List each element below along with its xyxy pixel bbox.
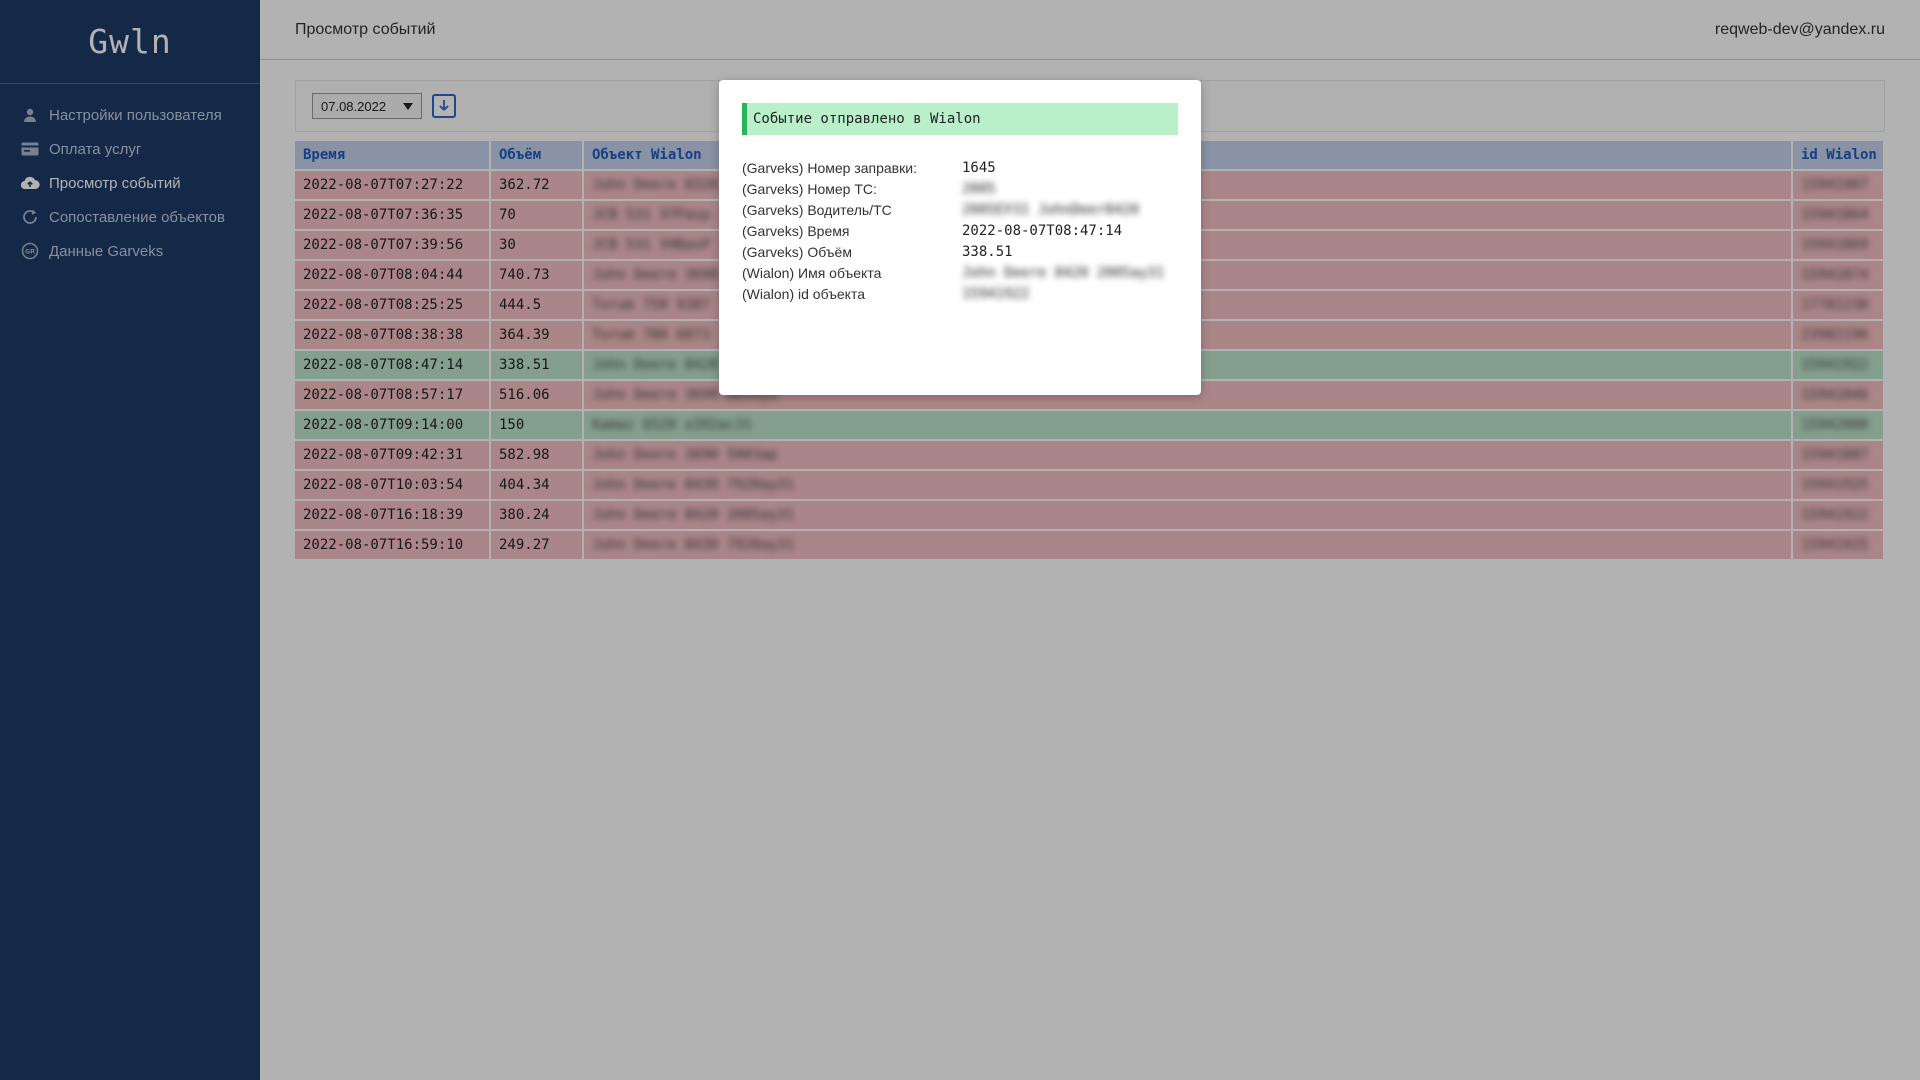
detail-value: John Deere 8420 2005ay31 [962, 264, 1165, 281]
detail-value: 2005ЕУ31 JohnDeer8420 [962, 201, 1140, 218]
detail-row: (Wialon) Имя объекта John Deere 8420 2005… [742, 262, 1178, 283]
detail-value: 1645 [962, 159, 996, 176]
detail-label: (Garveks) Время [742, 222, 850, 239]
detail-value: 338.51 [962, 243, 1013, 260]
detail-label: (Garveks) Номер заправки: [742, 159, 917, 176]
detail-label: (Garveks) Номер ТС: [742, 180, 877, 197]
detail-label: (Garveks) Водитель/ТС [742, 201, 892, 218]
detail-label: (Wialon) id объекта [742, 285, 865, 302]
event-details-modal: Событие отправлено в Wialon (Garveks) Но… [719, 80, 1201, 395]
event-details-list: (Garveks) Номер заправки: 1645 (Garveks) Н… [742, 157, 1178, 304]
detail-row: (Garveks) Номер заправки: 1645 [742, 157, 1178, 178]
detail-row: (Garveks) Водитель/ТС 2005ЕУ31 JohnDeer84… [742, 199, 1178, 220]
detail-row: (Wialon) id объекта 15941922 [742, 283, 1178, 304]
success-banner: Событие отправлено в Wialon [742, 103, 1178, 135]
detail-value: 15941922 [962, 285, 1030, 302]
detail-label: (Garveks) Объём [742, 243, 852, 260]
detail-row: (Garveks) Номер ТС: 2005 [742, 178, 1178, 199]
detail-row: (Garveks) Объём 338.51 [742, 241, 1178, 262]
detail-label: (Wialon) Имя объекта [742, 264, 882, 281]
detail-value: 2022-08-07T08:47:14 [962, 222, 1123, 239]
detail-value: 2005 [962, 180, 996, 197]
detail-row: (Garveks) Время 2022-08-07T08:47:14 [742, 220, 1178, 241]
